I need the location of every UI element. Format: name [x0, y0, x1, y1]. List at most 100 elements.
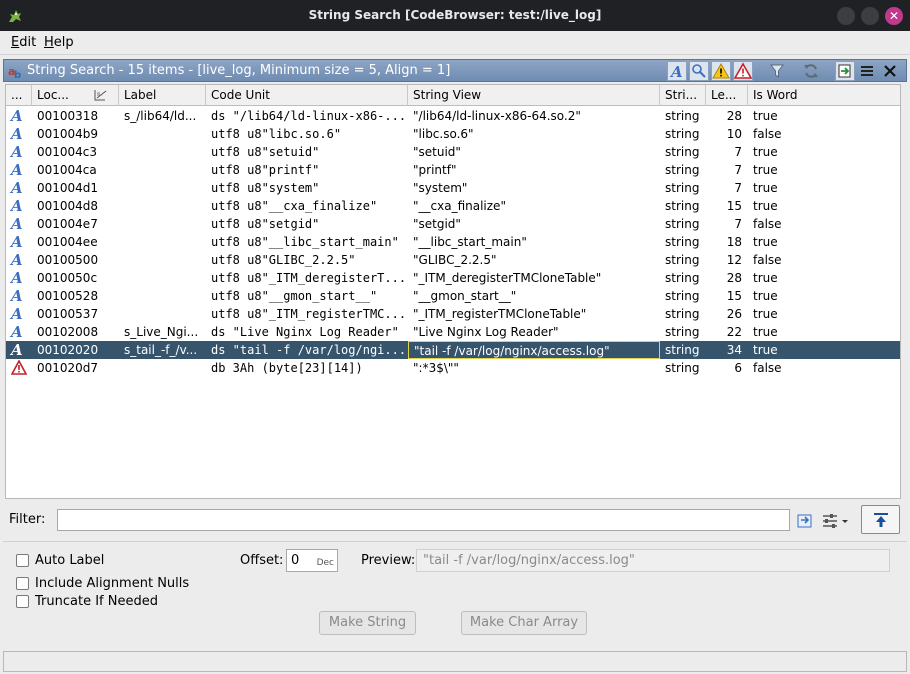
table-row[interactable]: A 001004ee utf8 u8"__libc_start_main" "__li…	[6, 233, 900, 251]
strings-table[interactable]: ... Loc... Label Code Unit String View S…	[5, 84, 901, 499]
string-type-icon: A	[11, 143, 23, 161]
maximize-button[interactable]	[861, 7, 879, 25]
length-cell: 7	[734, 163, 742, 177]
location-cell: 001004e7	[37, 217, 98, 231]
string-view-cell: "system"	[413, 181, 468, 195]
table-row[interactable]: A 001004c3 utf8 u8"setuid" "setuid" string 7 t…	[6, 143, 900, 161]
column-header-icon[interactable]: ...	[6, 85, 32, 106]
filter-button[interactable]	[767, 61, 787, 81]
close-provider-button[interactable]	[880, 61, 900, 81]
table-row[interactable]: A 001004e7 utf8 u8"setgid" "setgid" string 7 f…	[6, 215, 900, 233]
table-row[interactable]: A 001004b9 utf8 u8"libc.so.6" "libc.so.6" st…	[6, 125, 900, 143]
label-cell: s_Live_Ngi...	[124, 325, 199, 339]
go-to-top-button[interactable]	[861, 505, 900, 534]
refresh-button[interactable]	[801, 61, 821, 81]
search-toggle[interactable]	[689, 61, 709, 81]
code-unit-cell: utf8 u8"__gmon_start__"	[211, 289, 378, 303]
length-cell: 22	[726, 325, 742, 339]
string-type-cell: string	[665, 109, 700, 123]
offset-input[interactable]: 0 Dec	[286, 549, 338, 572]
offset-unit: Dec	[316, 558, 334, 568]
column-header-is-word[interactable]: Is Word	[748, 85, 900, 106]
label-cell	[119, 251, 206, 269]
close-window-button[interactable]: ✕	[885, 7, 903, 25]
string-type-icon: A	[11, 125, 23, 143]
string-view-cell: "printf"	[413, 163, 457, 177]
location-cell: 001004ee	[37, 235, 98, 249]
table-row[interactable]: A 001004d1 utf8 u8"system" "system" string 7 t…	[6, 179, 900, 197]
svg-text:b: b	[14, 70, 21, 79]
table-row[interactable]: A 00100500 utf8 u8"GLIBC_2.2.5" "GLIBC_2.2.…	[6, 251, 900, 269]
error-toggle[interactable]	[733, 61, 753, 81]
length-cell: 10	[726, 127, 742, 141]
string-view-cell: "libc.so.6"	[413, 127, 474, 141]
label-cell	[119, 197, 206, 215]
table-row[interactable]: A 00102008 s_Live_Ngi... ds "Live Nginx Log…	[6, 323, 900, 341]
filter-options-icon[interactable]	[796, 512, 814, 530]
export-button[interactable]	[835, 61, 855, 81]
column-header-location[interactable]: Loc...	[32, 85, 119, 106]
label-cell	[119, 287, 206, 305]
menu-edit[interactable]: Edit	[11, 35, 36, 50]
offset-label: Offset:	[240, 553, 284, 568]
string-view-cell: "__cxa_finalize"	[413, 199, 506, 213]
filter-bar: Filter:	[3, 506, 859, 534]
code-unit-cell: ds "Live Nginx Log Reader"	[211, 325, 399, 339]
menu-bar: Edit Help	[0, 31, 910, 55]
provider-title: String Search - 15 items - [live_log, Mi…	[27, 63, 451, 78]
table-row[interactable]: A 00100528 utf8 u8"__gmon_start__" "__gmon_…	[6, 287, 900, 305]
include-alignment-nulls-checkbox[interactable]	[16, 577, 29, 590]
table-row[interactable]: A 00100537 utf8 u8"_ITM_registerTMC... "_IT…	[6, 305, 900, 323]
truncate-if-needed-checkbox[interactable]	[16, 595, 29, 608]
filter-input[interactable]	[57, 509, 790, 531]
string-view-cell: "_ITM_registerTMCloneTable"	[413, 307, 587, 321]
string-type-cell: string	[665, 343, 700, 357]
column-filter-icon[interactable]	[821, 512, 849, 530]
search-icon	[692, 64, 706, 78]
table-row[interactable]: A 0010050c utf8 u8"_ITM_deregisterT... "_IT…	[6, 269, 900, 287]
make-char-array-button[interactable]: Make Char Array	[461, 611, 587, 635]
column-header-string-type[interactable]: Stri...	[660, 85, 706, 106]
label-cell	[119, 161, 206, 179]
length-cell: 15	[726, 289, 742, 303]
label-cell: s_tail_-f_/v...	[124, 343, 198, 357]
length-cell: 26	[726, 307, 742, 321]
table-row[interactable]: 001020d7 db 3Ah (byte[23][14]) ":*3$\"" str…	[6, 359, 900, 377]
column-header-code-unit[interactable]: Code Unit	[206, 85, 408, 106]
is-word-cell: true	[753, 235, 778, 249]
column-header-string-view[interactable]: String View	[408, 85, 660, 106]
menu-help[interactable]: Help	[44, 35, 74, 50]
is-word-cell: false	[753, 127, 782, 141]
table-row[interactable]: A 00100318 s_/lib64/ld... ds "/lib64/ld-lin…	[6, 107, 900, 125]
minimize-button[interactable]	[837, 7, 855, 25]
code-unit-cell: utf8 u8"_ITM_deregisterT...	[211, 271, 407, 285]
auto-label-checkbox[interactable]	[16, 554, 29, 567]
length-cell: 7	[734, 145, 742, 159]
table-row[interactable]: A 00102020 s_tail_-f_/v... ds "tail -f /var…	[6, 341, 900, 359]
warning-toggle[interactable]	[711, 61, 731, 81]
window-title: String Search [CodeBrowser: test:/live_l…	[308, 8, 602, 22]
menu-button[interactable]	[857, 61, 877, 81]
location-cell: 00102008	[37, 325, 99, 339]
table-row[interactable]: A 001004d8 utf8 u8"__cxa_finalize" "__cxa_f…	[6, 197, 900, 215]
string-view-cell: "Live Nginx Log Reader"	[413, 325, 559, 339]
column-header-length[interactable]: Le...	[706, 85, 748, 106]
warning-icon	[712, 62, 730, 79]
status-bar	[3, 651, 907, 672]
is-word-cell: true	[753, 343, 778, 357]
label-cell	[119, 179, 206, 197]
column-header-label[interactable]: Label	[119, 85, 206, 106]
code-unit-cell: ds "/lib64/ld-linux-x86-...	[211, 109, 407, 123]
code-unit-cell: utf8 u8"GLIBC_2.2.5"	[211, 253, 356, 267]
length-cell: 28	[726, 271, 742, 285]
string-type-cell: string	[665, 145, 700, 159]
string-view-cell: "setgid"	[413, 217, 461, 231]
make-string-button[interactable]: Make String	[319, 611, 416, 635]
string-type-cell: string	[665, 289, 700, 303]
code-unit-cell: ds "tail -f /var/log/ngi...	[211, 343, 407, 357]
location-cell: 001004d8	[37, 199, 99, 213]
string-view-cell: "__gmon_start__"	[413, 289, 517, 303]
table-row[interactable]: A 001004ca utf8 u8"printf" "printf" string 7 t…	[6, 161, 900, 179]
string-type-toggle[interactable]: A	[667, 61, 687, 81]
include-alignment-nulls-label: Include Alignment Nulls	[35, 576, 190, 591]
